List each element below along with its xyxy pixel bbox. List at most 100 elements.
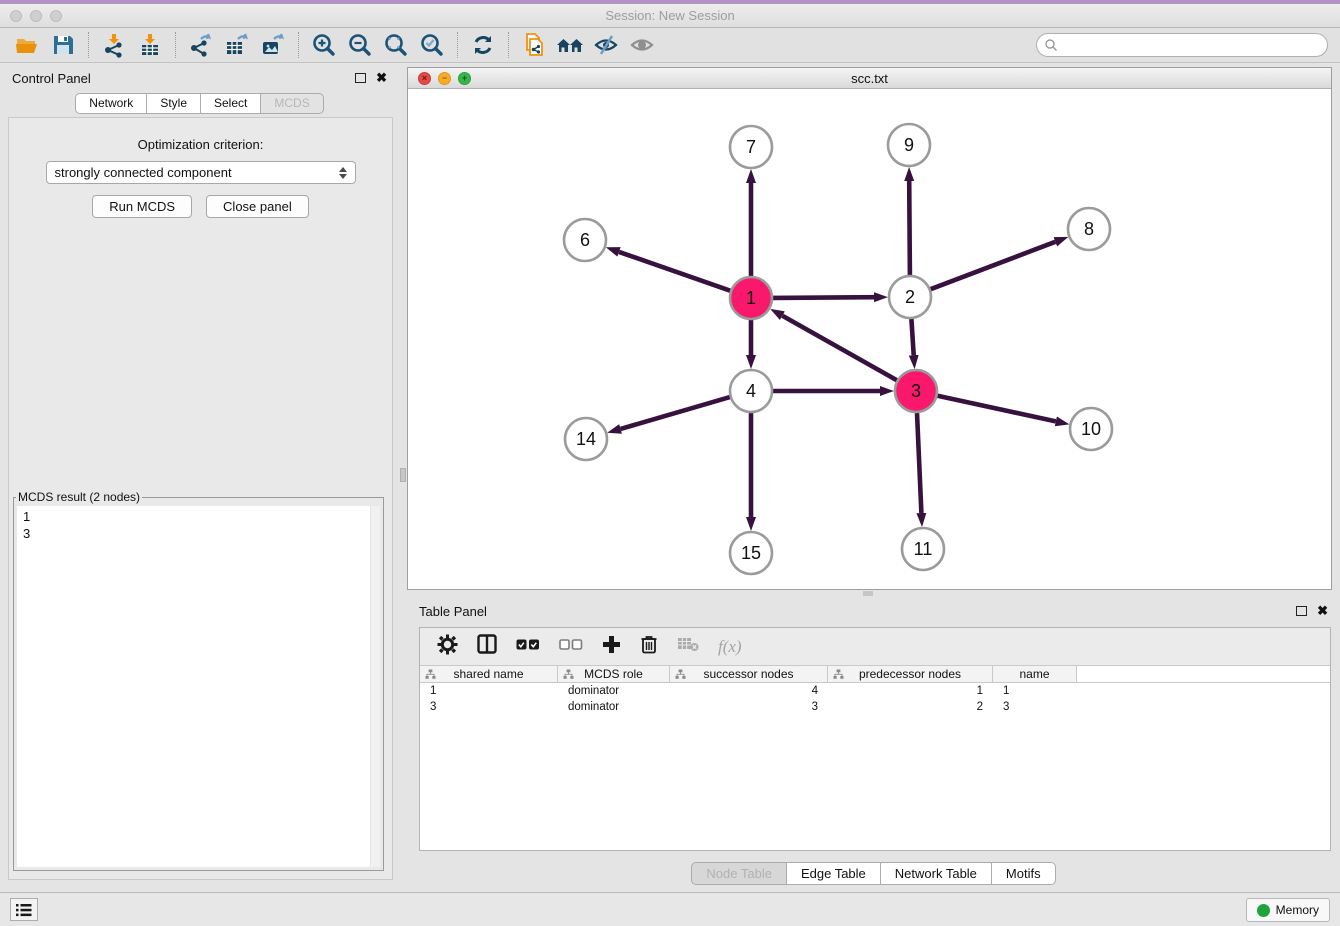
edge-2-to-9[interactable] [909, 181, 910, 275]
cell-successor-nodes[interactable]: 3 [670, 699, 828, 715]
node-6[interactable]: 6 [564, 219, 606, 261]
zoom-in-button[interactable] [309, 31, 339, 59]
node-7[interactable]: 7 [730, 126, 772, 168]
zoom-out-button[interactable] [345, 31, 375, 59]
table-row-0[interactable]: 1dominator411 [420, 683, 1330, 699]
cell-shared-name[interactable]: 1 [420, 683, 558, 699]
edge-1-to-2[interactable] [773, 297, 874, 298]
node-label-9: 9 [904, 135, 914, 155]
node-3[interactable]: 3 [895, 370, 937, 412]
mcds-result-textarea[interactable]: 1 3 [17, 506, 380, 867]
zoom-fit-button[interactable] [381, 31, 411, 59]
column-header-predecessor-nodes[interactable]: predecessor nodes [828, 666, 993, 682]
zoom-selected-button[interactable] [417, 31, 447, 59]
show-graphics-button[interactable] [627, 31, 657, 59]
apply-style-button[interactable] [468, 31, 498, 59]
function-builder-button[interactable]: f(x) [718, 637, 742, 657]
import-network-button[interactable] [99, 31, 129, 59]
open-session-button[interactable] [12, 31, 42, 59]
cell-MCDS-role[interactable]: dominator [558, 699, 670, 715]
export-network-button[interactable] [186, 31, 216, 59]
search-input[interactable] [1058, 35, 1319, 55]
export-network-icon [188, 32, 214, 58]
select-all-button[interactable] [516, 638, 540, 656]
node-14[interactable]: 14 [565, 418, 607, 460]
cell-name[interactable]: 1 [993, 683, 1077, 699]
tab-motifs[interactable]: Motifs [991, 862, 1056, 885]
cell-name[interactable]: 3 [993, 699, 1077, 715]
node-4[interactable]: 4 [730, 370, 772, 412]
network-canvas[interactable]: 7 9 6 8 1 2 4 3 14 10 15 11 [408, 89, 1331, 589]
edge-1-to-6[interactable] [619, 252, 730, 291]
vertical-splitter-handle[interactable] [400, 468, 406, 482]
result-scrollbar[interactable] [370, 506, 380, 867]
node-11[interactable]: 11 [902, 528, 944, 570]
table-settings-button[interactable] [437, 634, 458, 660]
node-8[interactable]: 8 [1068, 208, 1110, 250]
hide-graphics-button[interactable] [591, 31, 621, 59]
close-table-panel-icon[interactable]: ✖ [1317, 606, 1328, 616]
column-header-name[interactable]: name [993, 666, 1077, 682]
task-history-button[interactable] [10, 898, 38, 921]
duplicate-network-button[interactable] [519, 31, 549, 59]
float-table-panel-icon[interactable] [1296, 606, 1307, 616]
home-icon [555, 32, 585, 58]
edge-2-to-3[interactable] [911, 319, 913, 355]
save-session-button[interactable] [48, 31, 78, 59]
delete-button[interactable] [640, 634, 658, 659]
cell-predecessor-nodes[interactable]: 2 [828, 699, 993, 715]
window-titlebar[interactable]: Session: New Session [0, 4, 1340, 28]
tab-network-table[interactable]: Network Table [880, 862, 992, 885]
cell-MCDS-role[interactable]: dominator [558, 683, 670, 699]
edge-3-to-10[interactable] [938, 396, 1056, 422]
optimization-criterion-select[interactable]: strongly connected component [46, 161, 356, 184]
node-1[interactable]: 1 [730, 277, 772, 319]
close-panel-button[interactable]: Close panel [206, 195, 309, 218]
cell-predecessor-nodes[interactable]: 1 [828, 683, 993, 699]
run-mcds-button[interactable]: Run MCDS [92, 195, 192, 218]
edge-4-to-14[interactable] [621, 397, 730, 429]
select-all-icon [516, 638, 540, 651]
export-image-button[interactable] [258, 31, 288, 59]
add-button[interactable] [602, 635, 621, 659]
edge-3-to-11[interactable] [917, 413, 921, 513]
delete-table-button[interactable] [677, 636, 699, 657]
edge-3-to-1[interactable] [782, 316, 896, 381]
search-box[interactable] [1036, 33, 1328, 57]
close-panel-icon[interactable]: ✖ [376, 73, 387, 83]
network-window-titlebar[interactable]: × − + scc.txt [408, 68, 1331, 89]
column-header-successor-nodes[interactable]: successor nodes [670, 666, 828, 682]
tab-node-table[interactable]: Node Table [691, 862, 787, 885]
show-column-button[interactable] [477, 634, 497, 659]
node-10[interactable]: 10 [1070, 408, 1112, 450]
horizontal-splitter[interactable] [407, 590, 1340, 597]
edge-2-to-8[interactable] [931, 242, 1056, 289]
refresh-icon [470, 32, 496, 58]
delete-table-icon [677, 636, 699, 652]
tab-style[interactable]: Style [146, 93, 201, 114]
node-15[interactable]: 15 [730, 532, 772, 574]
column-header-shared-name[interactable]: shared name [420, 666, 558, 682]
home-button[interactable] [555, 31, 585, 59]
import-network-icon [101, 32, 127, 58]
tab-network[interactable]: Network [75, 93, 147, 114]
tab-select[interactable]: Select [200, 93, 261, 114]
cell-shared-name[interactable]: 3 [420, 699, 558, 715]
tab-edge-table[interactable]: Edge Table [786, 862, 881, 885]
memory-button[interactable]: Memory [1246, 898, 1330, 922]
node-9[interactable]: 9 [888, 124, 930, 166]
node-2[interactable]: 2 [889, 276, 931, 318]
column-header-MCDS-role[interactable]: MCDS role [558, 666, 670, 682]
memory-status-icon [1257, 904, 1270, 917]
tab-mcds[interactable]: MCDS [260, 93, 323, 114]
network-window-title: scc.txt [408, 71, 1331, 86]
zoom-selected-icon [419, 32, 445, 58]
table-row-1[interactable]: 3dominator323 [420, 699, 1330, 715]
deselect-all-button[interactable] [559, 638, 583, 656]
vertical-splitter[interactable] [399, 63, 407, 892]
export-table-button[interactable] [222, 31, 252, 59]
cell-successor-nodes[interactable]: 4 [670, 683, 828, 699]
import-table-button[interactable] [135, 31, 165, 59]
float-panel-icon[interactable] [355, 73, 366, 83]
horizontal-splitter-handle[interactable] [863, 591, 873, 596]
